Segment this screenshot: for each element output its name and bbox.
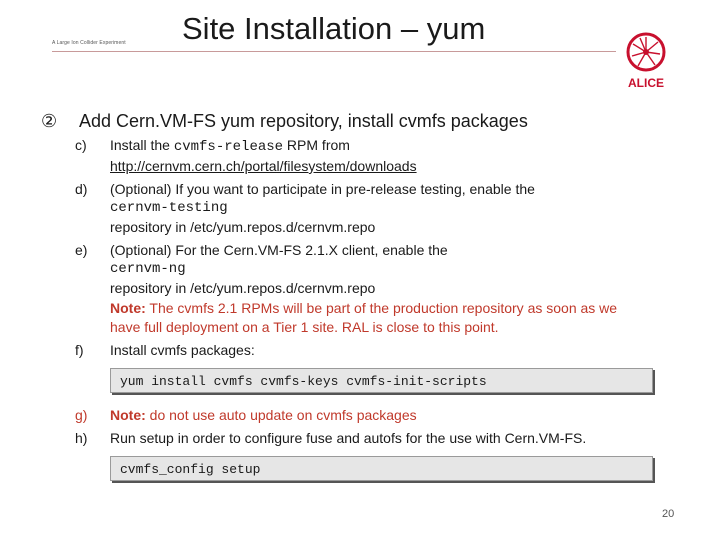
section-heading: ② Add Cern.VM-FS yum repository, install … (41, 111, 528, 132)
item-c-text-post: RPM from (283, 137, 350, 153)
item-c-text-pre: Install the (110, 137, 174, 153)
item-f-text: Install cvmfs packages: (110, 342, 255, 358)
item-letter-h: h) (75, 430, 88, 446)
page-title: Site Installation – yum (182, 11, 486, 46)
install-command-box: yum install cvmfs cvmfs-keys cvmfs-init-… (110, 368, 653, 393)
item-letter-g: g) (75, 407, 88, 423)
item-letter-e: e) (75, 242, 88, 258)
item-e-line1: (Optional) For the Cern.VM-FS 2.1.X clie… (110, 242, 448, 258)
page-number: 20 (662, 508, 675, 520)
item-e-note-line2: have full deployment on a Tier 1 site. R… (110, 319, 499, 335)
alice-logo: ALICE (626, 32, 666, 90)
downloads-link[interactable]: http://cernvm.cern.ch/portal/filesystem/… (110, 158, 417, 174)
item-e-code: cernvm-ng (110, 261, 186, 277)
logo-wordmark: ALICE (628, 76, 664, 90)
setup-command-box: cvmfs_config setup (110, 456, 653, 481)
item-e-note-label: Note: (110, 300, 146, 316)
header-caption: A Large Ion Collider Experiment (52, 40, 126, 46)
item-letter-f: f) (75, 342, 84, 358)
section-number: ② (41, 111, 58, 131)
item-d-line1: (Optional) If you want to participate in… (110, 181, 535, 197)
item-letter-c: c) (75, 137, 87, 153)
item-h-text: Run setup in order to configure fuse and… (110, 430, 587, 446)
item-c-code: cvmfs-release (173, 139, 284, 155)
item-g-line: Note: do not use auto update on cvmfs pa… (110, 407, 417, 423)
item-letter-d: d) (75, 181, 88, 197)
header-divider (52, 51, 616, 52)
item-g-text: do not use auto update on cvmfs packages (145, 407, 417, 423)
item-g-note-label: Note: (110, 407, 146, 423)
item-e-note-line1: Note: The cvmfs 2.1 RPMs will be part of… (110, 300, 617, 316)
item-e-note-text1: The cvmfs 2.1 RPMs will be part of the p… (145, 300, 618, 316)
item-e-line3: repository in /etc/yum.repos.d/cernvm.re… (110, 280, 376, 296)
item-d-code: cernvm-testing (110, 200, 228, 216)
item-d-line3: repository in /etc/yum.repos.d/cernvm.re… (110, 219, 376, 235)
section-title: Add Cern.VM-FS yum repository, install c… (79, 111, 528, 131)
item-c-line2: http://cernvm.cern.ch/portal/filesystem/… (110, 158, 417, 174)
item-c-line1: Install the cvmfs-release RPM from (110, 137, 350, 155)
